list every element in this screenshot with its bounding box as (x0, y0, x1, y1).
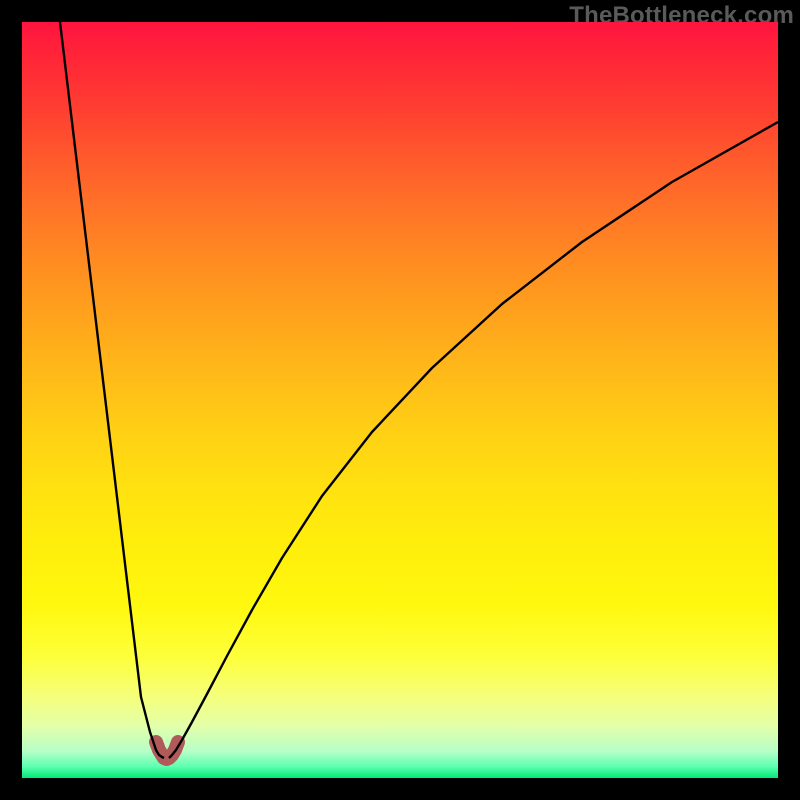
plot-area (22, 22, 778, 778)
chart-root: TheBottleneck.com (0, 0, 800, 800)
curve-svg (22, 22, 778, 778)
